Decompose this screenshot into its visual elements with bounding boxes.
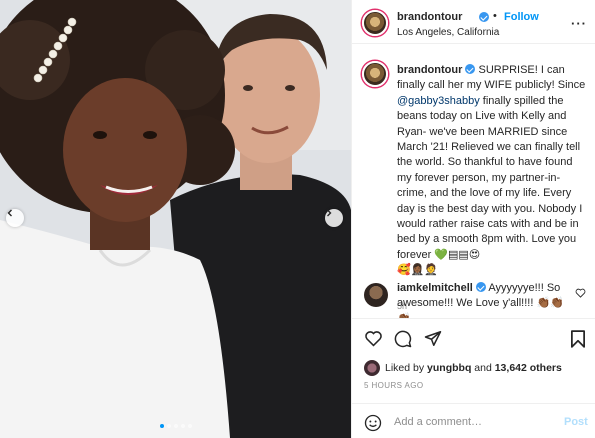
likes-text[interactable]: Liked by yungbbq and 13,642 others <box>385 362 562 374</box>
share-icon[interactable] <box>424 330 442 347</box>
caption-username[interactable]: brandontour <box>397 64 462 76</box>
post-comment-button[interactable]: Post <box>564 416 588 428</box>
commenter-username[interactable]: iamkelmitchell <box>397 282 473 294</box>
emoji-icon[interactable] <box>364 414 382 432</box>
add-comment-bar: Post <box>352 403 595 438</box>
caption-emoji-1: 💚▤▤😍 <box>434 248 481 261</box>
post-photo[interactable] <box>0 0 351 438</box>
chevron-right-icon <box>327 209 332 217</box>
carousel-prev-button[interactable] <box>6 209 24 227</box>
caption-emoji-2: 🥰🤵🏾‍♀️🤵 <box>397 264 439 277</box>
carousel-next-button[interactable] <box>325 209 343 227</box>
caption-mention[interactable]: @gabby3shabby <box>397 95 480 107</box>
verified-badge-icon <box>479 12 489 22</box>
comment-icon[interactable] <box>394 330 412 348</box>
caption-text: brandontour SURPRISE! I can finally call… <box>397 63 590 279</box>
verified-badge-icon <box>475 282 486 292</box>
post-timestamp: 5 HOURS AGO <box>364 381 424 390</box>
comment-input[interactable] <box>394 412 544 432</box>
follow-button[interactable]: Follow <box>504 11 539 23</box>
bookmark-icon[interactable] <box>571 330 585 348</box>
caption-body-2: finally spilled the beans today on Live … <box>397 94 583 261</box>
comment-text: iamkelmitchell Ayyyyyye!!! So awesome!!!… <box>397 281 577 318</box>
author-username[interactable]: brandontour <box>397 11 462 23</box>
avatar[interactable] <box>362 10 388 36</box>
action-bar: Liked by yungbbq and 13,642 others 5 HOU… <box>352 318 595 438</box>
comments-section[interactable]: brandontour SURPRISE! I can finally call… <box>352 45 595 318</box>
heart-icon[interactable] <box>575 288 586 298</box>
carousel-dot <box>166 424 171 428</box>
heart-icon[interactable] <box>364 330 383 347</box>
verified-badge-icon <box>465 64 476 74</box>
location-link[interactable]: Los Angeles, California <box>397 27 499 38</box>
carousel-dot <box>187 424 192 428</box>
carousel-dot <box>159 424 164 428</box>
chevron-left-icon <box>7 209 12 217</box>
liker-avatar <box>364 360 380 376</box>
likes-count[interactable]: 13,642 others <box>495 362 562 374</box>
carousel-indicator <box>0 424 351 428</box>
likes-user[interactable]: yungbbq <box>427 362 471 374</box>
carousel-dot <box>180 424 185 428</box>
post-header: brandontour • Follow Los Angeles, Califo… <box>352 0 595 44</box>
likes-mid: and <box>471 362 495 374</box>
likes-prefix: Liked by <box>385 362 428 374</box>
more-options-icon[interactable]: ··· <box>571 16 587 31</box>
separator-dot: • <box>493 10 497 22</box>
caption-avatar[interactable] <box>362 61 388 87</box>
photo-image <box>0 0 351 438</box>
commenter-avatar[interactable] <box>364 283 388 307</box>
post-side-panel: brandontour • Follow Los Angeles, Califo… <box>351 0 595 438</box>
carousel-dot <box>173 424 178 428</box>
